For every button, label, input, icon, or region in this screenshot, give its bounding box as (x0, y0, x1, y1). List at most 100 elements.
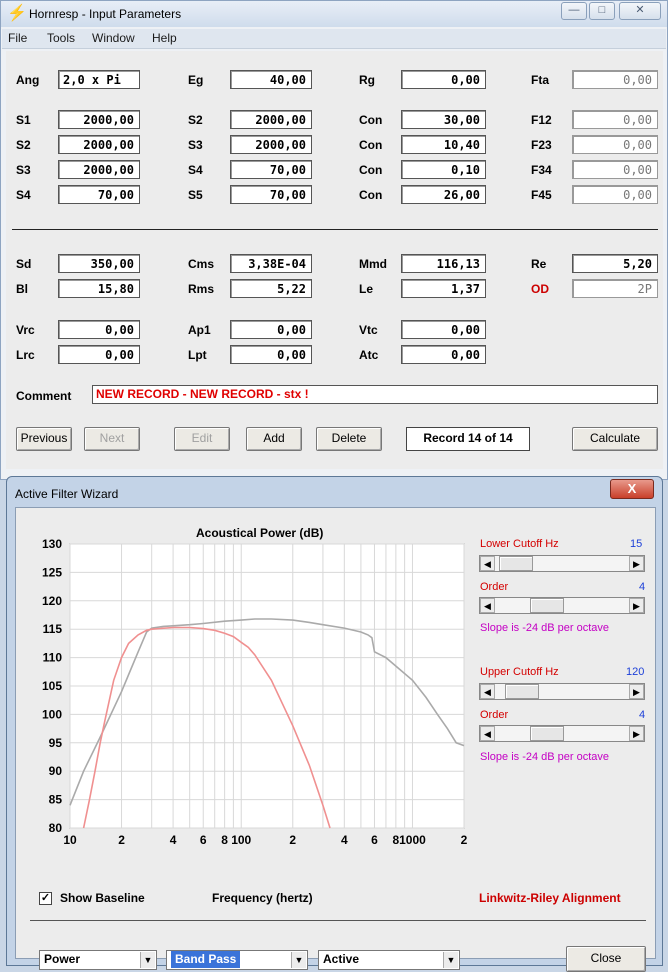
scroll-left-icon[interactable]: ◀ (480, 726, 495, 741)
field-lpt[interactable]: 0,00 (230, 345, 312, 364)
menu-help[interactable]: Help (152, 31, 177, 45)
label-s5: S5 (188, 188, 203, 202)
label-le: Le (359, 282, 374, 296)
x-tick-label: 8 (221, 833, 228, 847)
scroll-left-icon[interactable]: ◀ (480, 684, 495, 699)
slider-thumb[interactable] (530, 726, 564, 741)
field-f12[interactable]: 0,00 (572, 110, 658, 129)
field-mmd[interactable]: 116,13 (401, 254, 486, 273)
field-s3a[interactable]: 2000,00 (230, 135, 312, 154)
field-s1[interactable]: 2000,00 (58, 110, 140, 129)
upper-order-slider[interactable]: ◀ ▶ (479, 725, 645, 742)
chevron-down-icon[interactable]: ▼ (443, 952, 458, 968)
field-vrc[interactable]: 0,00 (58, 320, 140, 339)
label-lrc: Lrc (16, 348, 35, 362)
x-tick-label: 2 (461, 833, 468, 847)
label-f45: F45 (531, 188, 552, 202)
delete-button[interactable]: Delete (316, 427, 382, 451)
slider-thumb[interactable] (530, 598, 564, 613)
filter-mode-select[interactable]: Active ▼ (318, 950, 460, 970)
chart: 8085909510010511011512012513010 2 4 6 8 100 2 4… (42, 537, 468, 847)
field-vtc[interactable]: 0,00 (401, 320, 486, 339)
field-f23[interactable]: 0,00 (572, 135, 658, 154)
field-re[interactable]: 5,20 (572, 254, 658, 273)
comment-field[interactable]: NEW RECORD - NEW RECORD - stx ! (92, 385, 658, 404)
menu-file[interactable]: File (8, 31, 27, 45)
x-tick-label: 10 (63, 833, 77, 847)
field-ang[interactable]: 2,0 x Pi (58, 70, 140, 89)
field-s2[interactable]: 2000,00 (58, 135, 140, 154)
field-atc[interactable]: 0,00 (401, 345, 486, 364)
chevron-down-icon[interactable]: ▼ (291, 952, 306, 968)
calculate-button[interactable]: Calculate (572, 427, 658, 451)
field-eg[interactable]: 40,00 (230, 70, 312, 89)
field-le[interactable]: 1,37 (401, 279, 486, 298)
maximize-button[interactable]: □ (589, 2, 615, 20)
label-bl: Bl (16, 282, 28, 296)
field-sd[interactable]: 350,00 (58, 254, 140, 273)
field-fta[interactable]: 0,00 (572, 70, 658, 89)
lower-order-slider[interactable]: ◀ ▶ (479, 597, 645, 614)
label-s2: S2 (16, 138, 31, 152)
show-baseline-label: Show Baseline (60, 891, 145, 905)
lower-cutoff-label: Lower Cutoff Hz (480, 538, 559, 550)
close-button[interactable]: ✕ (619, 2, 661, 20)
field-s4a[interactable]: 70,00 (230, 160, 312, 179)
scroll-right-icon[interactable]: ▶ (629, 556, 644, 571)
minimize-button[interactable]: — (561, 2, 587, 20)
field-s2a[interactable]: 2000,00 (230, 110, 312, 129)
slider-thumb[interactable] (499, 556, 533, 571)
field-con4[interactable]: 26,00 (401, 185, 486, 204)
label-atc: Atc (359, 348, 379, 362)
scroll-right-icon[interactable]: ▶ (629, 726, 644, 741)
label-od: OD (531, 282, 549, 296)
chevron-down-icon[interactable]: ▼ (140, 952, 155, 968)
previous-button[interactable]: Previous (16, 427, 72, 451)
show-baseline-checkbox[interactable]: ✓ (39, 892, 52, 905)
x-tick-label: 100 (231, 833, 251, 847)
field-f45[interactable]: 0,00 (572, 185, 658, 204)
lightning-icon: ⚡ (7, 5, 27, 22)
field-con3[interactable]: 0,10 (401, 160, 486, 179)
label-ap1: Ap1 (188, 323, 211, 337)
field-f34[interactable]: 0,00 (572, 160, 658, 179)
slider-thumb[interactable] (505, 684, 539, 699)
label-con1: Con (359, 113, 383, 127)
title-bar: ⚡ Hornresp - Input Parameters — □ ✕ (1, 1, 667, 27)
scroll-left-icon[interactable]: ◀ (480, 556, 495, 571)
field-od[interactable]: 2P (572, 279, 658, 298)
label-f12: F12 (531, 113, 552, 127)
x-tick-label: 6 (200, 833, 207, 847)
plot-type-select[interactable]: Power ▼ (39, 950, 157, 970)
scroll-left-icon[interactable]: ◀ (480, 598, 495, 613)
field-lrc[interactable]: 0,00 (58, 345, 140, 364)
menu-window[interactable]: Window (92, 31, 135, 45)
field-bl[interactable]: 15,80 (58, 279, 140, 298)
filter-wizard-window: Active Filter Wizard X Acoustical Power … (6, 476, 663, 972)
field-rms[interactable]: 5,22 (230, 279, 312, 298)
field-ap1[interactable]: 0,00 (230, 320, 312, 339)
menu-tools[interactable]: Tools (47, 31, 75, 45)
next-button[interactable]: Next (84, 427, 140, 451)
label-mmd: Mmd (359, 257, 387, 271)
menu-bar: File Tools Window Help (2, 29, 666, 49)
wizard-close-icon[interactable]: X (610, 479, 654, 499)
field-s3[interactable]: 2000,00 (58, 160, 140, 179)
filter-type-select[interactable]: Band Pass ▼ (166, 950, 308, 970)
add-button[interactable]: Add (246, 427, 302, 451)
y-tick-label: 85 (49, 793, 63, 807)
edit-button[interactable]: Edit (174, 427, 230, 451)
field-rg[interactable]: 0,00 (401, 70, 486, 89)
scroll-right-icon[interactable]: ▶ (629, 598, 644, 613)
upper-cutoff-value: 120 (626, 666, 645, 678)
y-tick-label: 90 (49, 764, 63, 778)
field-cms[interactable]: 3,38E-04 (230, 254, 312, 273)
field-con1[interactable]: 30,00 (401, 110, 486, 129)
field-s5[interactable]: 70,00 (230, 185, 312, 204)
upper-cutoff-slider[interactable]: ◀ ▶ (479, 683, 645, 700)
field-s4[interactable]: 70,00 (58, 185, 140, 204)
field-con2[interactable]: 10,40 (401, 135, 486, 154)
scroll-right-icon[interactable]: ▶ (629, 684, 644, 699)
lower-cutoff-slider[interactable]: ◀ ▶ (479, 555, 645, 572)
wizard-close-button[interactable]: Close (566, 946, 646, 972)
